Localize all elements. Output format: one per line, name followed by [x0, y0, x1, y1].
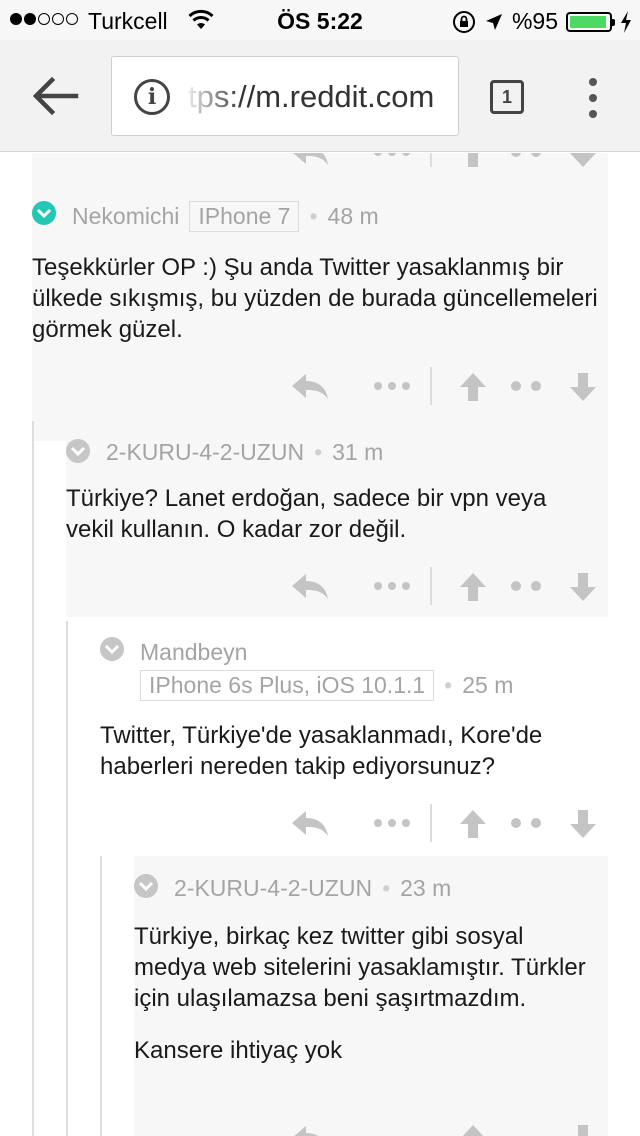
- more-dots-icon[interactable]: [508, 571, 544, 601]
- downvote-arrow-icon[interactable]: [568, 371, 598, 403]
- reply-arrow-icon[interactable]: [290, 1123, 330, 1136]
- info-icon[interactable]: i: [134, 79, 170, 115]
- collapse-chevron-icon[interactable]: [134, 874, 158, 898]
- reply-arrow-icon[interactable]: [290, 371, 330, 401]
- comment-body: Teşekkürler OP :) Şu anda Twitter yasakl…: [32, 252, 602, 345]
- upvote-arrow-icon[interactable]: [458, 808, 488, 840]
- tab-count: 1: [501, 86, 512, 107]
- comment-paragraph: Türkiye? Lanet erdoğan, sadece bir vpn v…: [66, 485, 547, 543]
- comment-meta: 2-KURU-4-2-UZUN • 31 m: [106, 439, 383, 466]
- orientation-lock-icon: [452, 10, 475, 33]
- previous-comment-actions: [290, 153, 610, 177]
- thread-line[interactable]: [100, 856, 102, 1136]
- more-dots-icon[interactable]: [372, 808, 412, 838]
- comment-time: 48 m: [327, 203, 379, 229]
- more-dots-icon[interactable]: [372, 371, 412, 401]
- more-dots-icon[interactable]: [372, 571, 412, 601]
- comment-actions: [290, 1123, 610, 1136]
- comment-meta: Nekomichi IPhone 7 • 48 m: [72, 201, 379, 232]
- comment-time: 23 m: [400, 875, 452, 901]
- collapse-chevron-icon[interactable]: [66, 439, 90, 463]
- meta-separator: •: [382, 875, 391, 901]
- comment-time: 31 m: [332, 439, 384, 465]
- comment-author[interactable]: 2-KURU-4-2-UZUN: [106, 439, 304, 466]
- comment-meta: 2-KURU-4-2-UZUN • 23 m: [174, 875, 451, 902]
- charging-bolt-icon: [621, 10, 631, 33]
- collapse-chevron-icon[interactable]: [32, 201, 56, 225]
- comment-time: 25 m: [462, 672, 514, 698]
- browser-toolbar: i tps://m.reddit.com 1: [0, 40, 640, 152]
- meta-separator: •: [444, 672, 453, 698]
- user-flair: IPhone 6s Plus, iOS 10.1.1: [140, 670, 435, 701]
- comment-body: Twitter, Türkiye'de yasaklanmadı, Kore'd…: [100, 720, 600, 782]
- comment-thread: Nekomichi IPhone 7 • 48 m Teşekkürler OP…: [0, 153, 640, 1136]
- collapse-chevron-icon[interactable]: [100, 637, 124, 661]
- reply-arrow-icon[interactable]: [290, 571, 330, 601]
- more-dots-icon[interactable]: [372, 153, 412, 167]
- reply-arrow-icon[interactable]: [290, 153, 330, 167]
- comment-actions: [290, 567, 610, 611]
- comment-actions: [290, 804, 610, 848]
- comment-meta-row-2: IPhone 6s Plus, iOS 10.1.1 • 25 m: [130, 670, 513, 701]
- downvote-arrow-icon[interactable]: [568, 1123, 598, 1136]
- more-dots-icon[interactable]: [508, 808, 544, 838]
- comment-paragraph: Twitter, Türkiye'de yasaklanmadı, Kore'd…: [100, 722, 543, 780]
- battery-percent: %95: [511, 8, 558, 34]
- reply-arrow-icon[interactable]: [290, 808, 330, 838]
- battery-icon: [566, 11, 615, 32]
- downvote-arrow-icon[interactable]: [568, 571, 598, 603]
- comment-body: Türkiye? Lanet erdoğan, sadece bir vpn v…: [66, 483, 596, 545]
- user-flair: IPhone 7: [189, 201, 300, 232]
- meta-separator: •: [309, 203, 318, 229]
- more-dots-icon[interactable]: [508, 371, 544, 401]
- comment-paragraph: Teşekkürler OP :) Şu anda Twitter yasakl…: [32, 254, 598, 343]
- location-icon: [485, 13, 502, 30]
- comment-author[interactable]: Nekomichi: [72, 203, 179, 230]
- more-dots-icon[interactable]: [508, 153, 544, 167]
- back-arrow-icon[interactable]: [30, 74, 80, 118]
- upvote-arrow-icon[interactable]: [458, 371, 488, 403]
- comment-author[interactable]: Mandbeyn: [140, 639, 247, 666]
- comment-body: Türkiye, birkaç kez twitter gibi sosyal …: [134, 921, 594, 1066]
- comment-actions: [290, 367, 610, 411]
- thread-line[interactable]: [66, 621, 68, 1136]
- status-bar: Turkcell ÖS 5:22 %95: [0, 0, 640, 40]
- upvote-arrow-icon[interactable]: [458, 1123, 488, 1136]
- thread-line[interactable]: [32, 421, 34, 1136]
- upvote-arrow-icon[interactable]: [458, 153, 488, 169]
- downvote-arrow-icon[interactable]: [568, 808, 598, 840]
- tab-switcher-button[interactable]: 1: [490, 80, 524, 114]
- address-bar[interactable]: i tps://m.reddit.com: [111, 56, 459, 136]
- comment-paragraph: Türkiye, birkaç kez twitter gibi sosyal …: [134, 923, 586, 1012]
- upvote-arrow-icon[interactable]: [458, 571, 488, 603]
- comment-meta: Mandbeyn: [140, 639, 247, 666]
- meta-separator: •: [314, 439, 323, 465]
- comment-author[interactable]: 2-KURU-4-2-UZUN: [174, 875, 372, 902]
- overflow-menu-icon[interactable]: [582, 78, 604, 118]
- downvote-arrow-icon[interactable]: [568, 153, 598, 169]
- comment-paragraph: Kansere ihtiyaç yok: [134, 1037, 343, 1064]
